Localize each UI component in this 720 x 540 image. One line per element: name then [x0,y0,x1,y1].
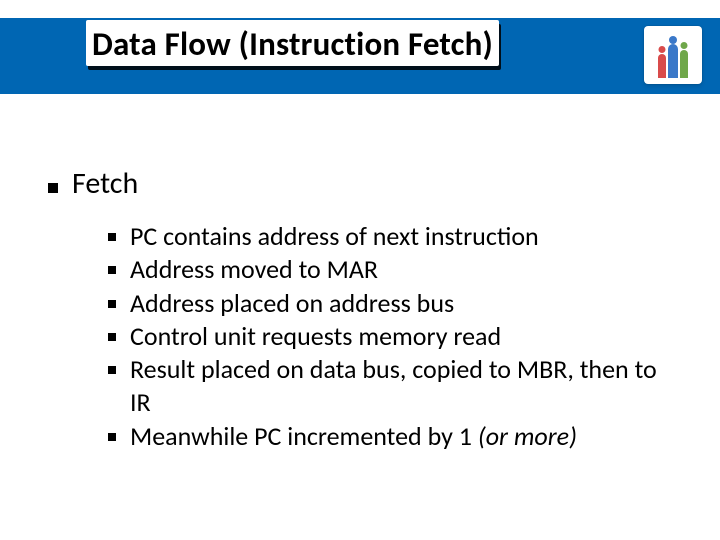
section-heading-row: Fetch [48,166,672,202]
logo-bars-icon [658,44,688,78]
list-item-text: Result placed on data bus, copied to MBR… [130,353,672,420]
square-bullet-icon [108,266,116,274]
square-bullet-icon [108,433,116,441]
square-bullet-icon [108,300,116,308]
list-item: Result placed on data bus, copied to MBR… [108,353,672,420]
list-item-text: Address moved to MAR [130,253,672,286]
list-item-text: Control unit requests memory read [130,320,672,353]
list-item-text: Address placed on address bus [130,287,672,320]
bullet-list: PC contains address of next instruction … [48,220,672,453]
slide-title: Data Flow (Instruction Fetch) [92,24,493,64]
list-item-text: PC contains address of next instruction [130,220,672,253]
square-bullet-icon [48,183,58,193]
list-item: Address moved to MAR [108,253,672,286]
list-item: PC contains address of next instruction [108,220,672,253]
title-plate: Data Flow (Instruction Fetch) [86,20,499,66]
slide-content: Fetch PC contains address of next instru… [0,96,720,453]
list-item: Control unit requests memory read [108,320,672,353]
list-item-text: Meanwhile PC incremented by 1 (or more) [130,420,672,453]
section-heading: Fetch [72,166,138,202]
square-bullet-icon [108,333,116,341]
list-item: Meanwhile PC incremented by 1 (or more) [108,420,672,453]
logo [644,26,702,84]
square-bullet-icon [108,366,116,374]
title-bar: Data Flow (Instruction Fetch) [0,0,720,96]
list-item: Address placed on address bus [108,287,672,320]
square-bullet-icon [108,233,116,241]
